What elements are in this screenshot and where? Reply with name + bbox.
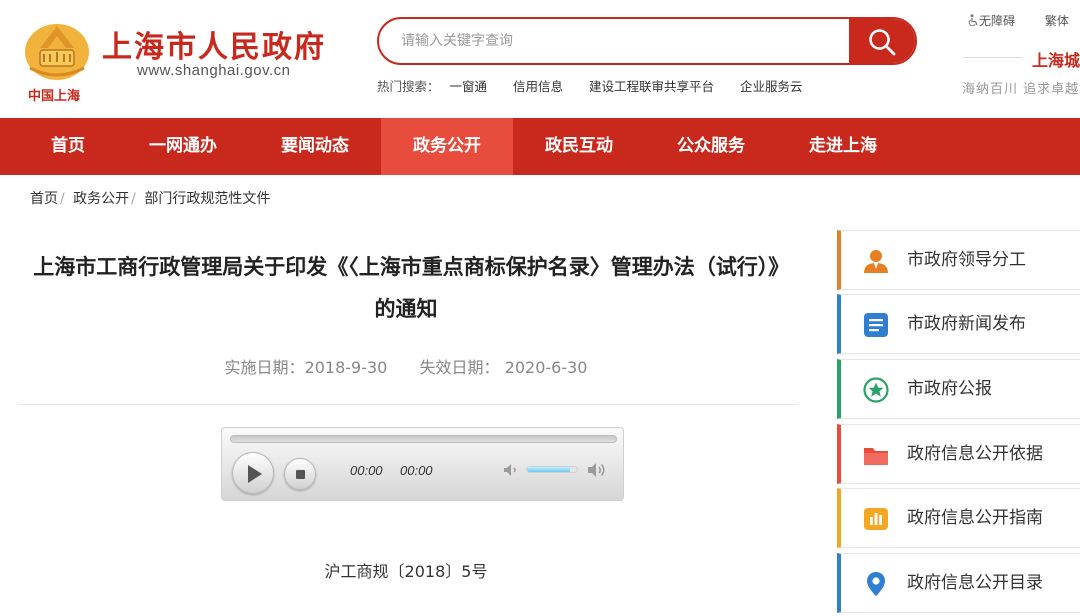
city-slogan-subtitle: 海纳百川 追求卓越 bbox=[962, 82, 1080, 97]
sidebar-item-disclosure-catalog[interactable]: 政府信息公开目录 bbox=[837, 553, 1080, 613]
top-links: 无障碍 繁体 bbox=[968, 12, 1080, 29]
star-badge-icon bbox=[863, 377, 889, 403]
folder-icon bbox=[864, 448, 888, 465]
hot-search-link-enterprise[interactable]: 企业服务云 bbox=[740, 79, 803, 94]
sidebar-item-press-release[interactable]: 市政府新闻发布 bbox=[837, 294, 1080, 354]
accessibility-icon bbox=[968, 14, 978, 27]
sidebar-item-label: 市政府领导分工 bbox=[907, 250, 1026, 270]
nav-item-about-shanghai[interactable]: 走进上海 bbox=[777, 118, 909, 175]
volume-max-icon[interactable] bbox=[586, 459, 608, 481]
effective-date: 2018-9-30 bbox=[304, 358, 388, 377]
mute-icon[interactable] bbox=[502, 461, 520, 479]
article-dates: 实施日期：2018-9-30 失效日期： 2020-6-30 bbox=[30, 354, 782, 378]
sidebar-item-label: 市政府公报 bbox=[907, 379, 992, 399]
stop-button[interactable] bbox=[284, 458, 316, 490]
search-button[interactable] bbox=[849, 19, 915, 63]
breadcrumb-government-affairs[interactable]: 政务公开 bbox=[73, 191, 129, 207]
effective-date-label: 实施日期： bbox=[224, 358, 305, 377]
volume-slider[interactable] bbox=[526, 466, 578, 473]
breadcrumb-regulatory-documents[interactable]: 部门行政规范性文件 bbox=[144, 191, 270, 207]
sidebar-item-label: 政府信息公开目录 bbox=[907, 573, 1043, 593]
expiry-date-label: 失效日期： bbox=[419, 358, 500, 377]
nav-item-public-interaction[interactable]: 政民互动 bbox=[513, 118, 645, 175]
news-document-icon bbox=[864, 313, 888, 337]
search-input[interactable] bbox=[379, 19, 849, 63]
location-pin-icon bbox=[867, 572, 885, 596]
nav-item-home[interactable]: 首页 bbox=[2, 118, 134, 175]
current-time: 00:00 bbox=[350, 463, 383, 478]
accessibility-link[interactable]: 无障碍 bbox=[968, 14, 1019, 28]
nav-item-public-services[interactable]: 公众服务 bbox=[645, 118, 777, 175]
hot-search-link-construction[interactable]: 建设工程联审共享平台 bbox=[589, 79, 714, 94]
sidebar-item-label: 政府信息公开依据 bbox=[907, 444, 1043, 464]
hot-search-link-yichuangtong[interactable]: 一窗通 bbox=[450, 79, 488, 94]
main-nav: 首页 一网通办 要闻动态 政务公开 政民互动 公众服务 走进上海 bbox=[0, 118, 1080, 175]
play-button[interactable] bbox=[232, 452, 274, 494]
search-icon bbox=[869, 29, 896, 56]
traditional-chinese-link[interactable]: 繁体 bbox=[1045, 14, 1069, 28]
sidebar-item-label: 政府信息公开指南 bbox=[907, 508, 1043, 528]
article-divider bbox=[18, 404, 798, 405]
volume-level bbox=[527, 467, 570, 472]
article-title: 上海市工商行政管理局关于印发《〈上海市重点商标保护名录〉管理办法（试行）》的通知 bbox=[33, 255, 779, 321]
site-title[interactable]: 上海市人民政府 bbox=[102, 22, 326, 66]
breadcrumb-separator: / bbox=[131, 191, 136, 207]
audio-player: 00:00 00:00 bbox=[221, 427, 624, 501]
nav-item-news[interactable]: 要闻动态 bbox=[249, 118, 381, 175]
sidebar-item-disclosure-guide[interactable]: 政府信息公开指南 bbox=[837, 488, 1080, 548]
slogan-divider bbox=[963, 57, 1023, 58]
hot-search: 热门搜索： 一窗通 信用信息 建设工程联审共享平台 企业服务云 bbox=[377, 76, 825, 95]
sidebar-item-leader-division[interactable]: 市政府领导分工 bbox=[837, 230, 1080, 290]
accessibility-label: 无障碍 bbox=[979, 14, 1016, 28]
nav-item-government-affairs[interactable]: 政务公开 bbox=[381, 118, 513, 175]
expiry-date: 2020-6-30 bbox=[504, 358, 588, 377]
breadcrumb: 首页 / 政务公开 / 部门行政规范性文件 bbox=[30, 188, 270, 208]
document-number: 沪工商规〔2018〕5号 bbox=[324, 562, 488, 581]
page: 中国上海 上海市人民政府 www.shanghai.gov.cn 热门搜索： 一… bbox=[0, 0, 1080, 616]
hot-search-label: 热门搜索： bbox=[377, 79, 440, 94]
shanghai-emblem-icon[interactable] bbox=[22, 18, 92, 82]
site-url: www.shanghai.gov.cn bbox=[137, 62, 291, 79]
logo-caption: 中国上海 bbox=[28, 89, 81, 104]
bar-chart-icon bbox=[864, 508, 888, 530]
breadcrumb-separator: / bbox=[60, 191, 65, 207]
duration: 00:00 bbox=[400, 463, 433, 478]
hot-search-link-credit[interactable]: 信用信息 bbox=[513, 79, 563, 94]
city-slogan[interactable]: 上海城 bbox=[1032, 47, 1080, 71]
nav-item-one-stop-service[interactable]: 一网通办 bbox=[117, 118, 249, 175]
leader-icon bbox=[864, 250, 888, 273]
sidebar-item-disclosure-basis[interactable]: 政府信息公开依据 bbox=[837, 424, 1080, 484]
audio-progress-bar[interactable] bbox=[230, 435, 617, 443]
site-header: 中国上海 上海市人民政府 www.shanghai.gov.cn 热门搜索： 一… bbox=[0, 0, 1080, 118]
sidebar-item-label: 市政府新闻发布 bbox=[907, 314, 1026, 334]
search-box bbox=[377, 17, 917, 65]
breadcrumb-home[interactable]: 首页 bbox=[30, 191, 58, 207]
sidebar-item-gazette[interactable]: 市政府公报 bbox=[837, 359, 1080, 419]
